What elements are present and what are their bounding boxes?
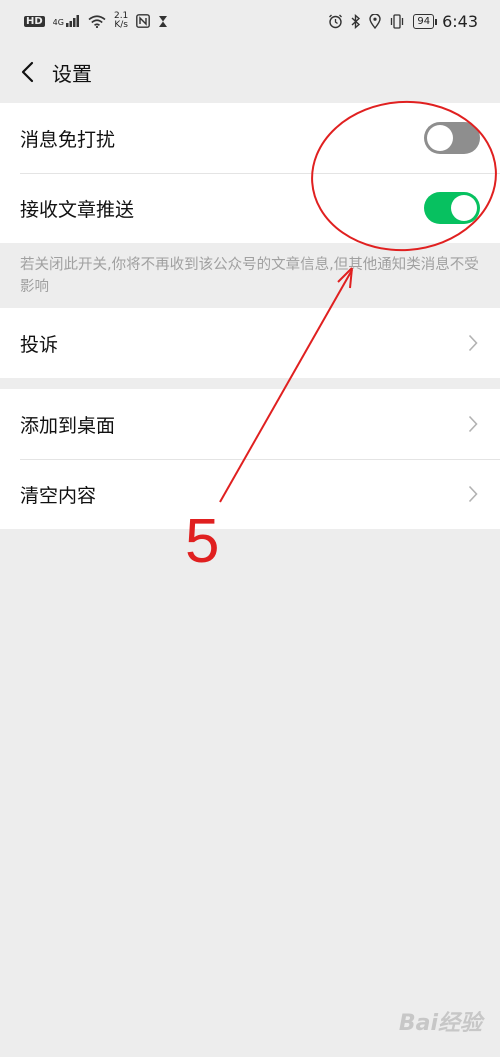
chevron-left-icon (21, 61, 34, 83)
network-indicator: 4G (53, 15, 80, 27)
clock: 6:43 (442, 11, 478, 31)
annotation-step-number: 5 (185, 507, 220, 576)
do-not-disturb-label: 消息免打扰 (20, 128, 116, 151)
receive-articles-switch[interactable] (424, 192, 480, 224)
toggle-settings-group: 消息免打扰 接收文章推送 (0, 103, 500, 243)
page-title: 设置 (52, 61, 92, 86)
battery-indicator: 94 (413, 13, 437, 29)
clear-content-item[interactable]: 清空内容 (0, 459, 500, 529)
vibrate-icon (391, 13, 404, 29)
chevron-right-icon (466, 414, 480, 434)
speed-unit: K/s (114, 20, 128, 30)
complain-group: 投诉 (0, 308, 500, 378)
clear-content-label: 清空内容 (20, 484, 97, 507)
signal-icon (65, 15, 79, 27)
hd-badge: HD (24, 15, 45, 27)
add-to-desktop-item[interactable]: 添加到桌面 (0, 389, 500, 459)
network-label: 4G (52, 18, 64, 27)
status-bar-left: HD 4G 2.1 K/s (24, 12, 168, 30)
switch-knob (451, 195, 477, 221)
complain-item[interactable]: 投诉 (0, 308, 500, 378)
chevron-right-icon (466, 484, 480, 504)
alarm-icon (329, 14, 343, 28)
do-not-disturb-switch[interactable] (424, 122, 480, 154)
chevron-right-icon (466, 333, 480, 353)
receive-articles-hint: 若关闭此开关,你将不再收到该公众号的文章信息,但其他通知类消息不受影响 (20, 257, 479, 295)
hourglass-icon (159, 15, 168, 27)
nav-bar: 设置 (0, 42, 500, 102)
switch-knob (427, 125, 453, 151)
location-icon (369, 13, 382, 29)
back-button[interactable] (16, 61, 38, 83)
watermark-logo: Bai经验 (398, 1011, 482, 1036)
setting-receive-articles: 接收文章推送 (0, 173, 500, 243)
add-to-desktop-label: 添加到桌面 (20, 414, 116, 437)
shortcut-group: 添加到桌面 清空内容 (0, 389, 500, 529)
status-bar: HD 4G 2.1 K/s 94 6:43 (0, 0, 500, 42)
wifi-icon (88, 14, 106, 28)
receive-articles-label: 接收文章推送 (20, 198, 135, 221)
nfc-icon (136, 14, 151, 28)
setting-do-not-disturb: 消息免打扰 (0, 103, 500, 173)
status-bar-right: 94 6:43 (328, 12, 478, 31)
complain-label: 投诉 (20, 333, 59, 356)
network-speed: 2.1 K/s (114, 12, 128, 30)
bluetooth-icon (351, 13, 361, 29)
